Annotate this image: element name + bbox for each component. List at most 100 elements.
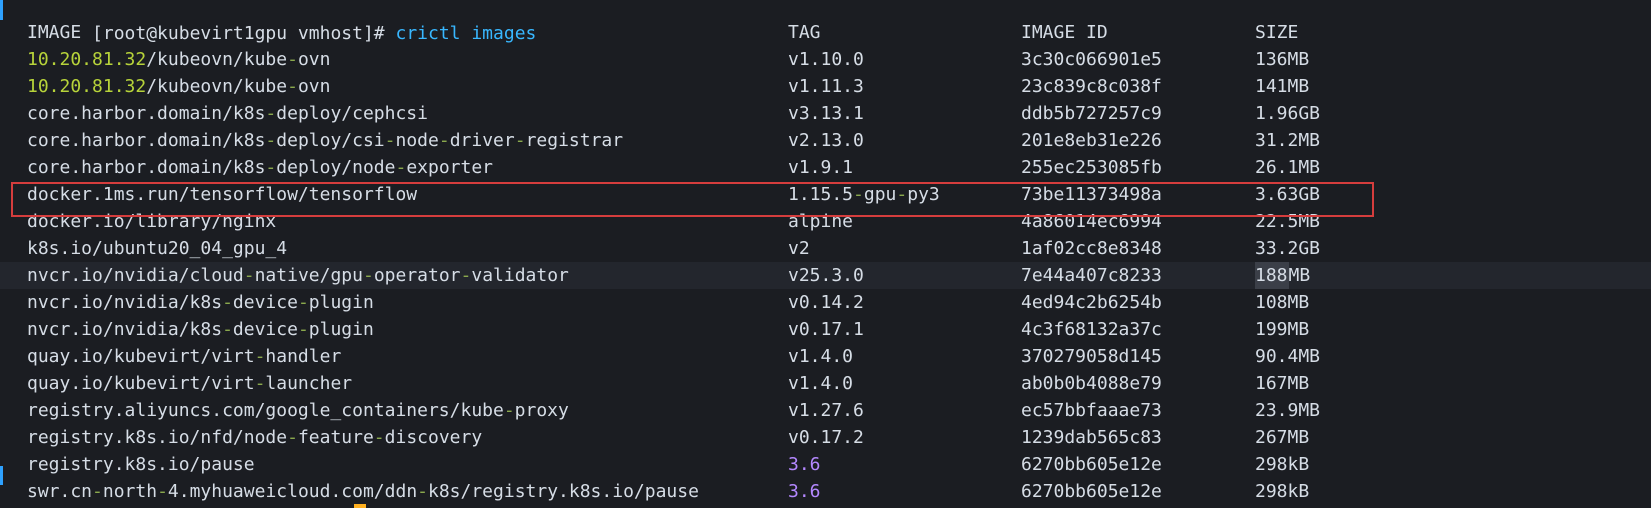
table-row[interactable]: 10.20.81.32/kubeovn/kube-ovn v1.11.3 23c83… xyxy=(0,73,1651,100)
image-name-hyphen: - xyxy=(92,481,103,502)
image-name-hyphen: - xyxy=(417,481,428,502)
image-size: 167MB xyxy=(1255,373,1310,394)
image-name-part: discovery xyxy=(384,427,483,448)
image-name-part: v0.17.1 xyxy=(788,319,864,340)
image-name-hyphen: - xyxy=(265,130,277,151)
table-row[interactable]: registry.aliyuncs.com/google_containers/… xyxy=(0,397,1651,424)
header-size: SIZE xyxy=(1255,22,1299,43)
image-tag: v0.17.1 xyxy=(788,316,864,343)
image-id: 4ed94c2b6254b xyxy=(1021,292,1162,313)
image-name-part: nvcr.io/nvidia/k8s xyxy=(27,292,223,313)
highlight-box xyxy=(11,182,1374,217)
image-size: 267MB xyxy=(1255,427,1310,448)
image-tag: v2.13.0 xyxy=(788,127,864,154)
image-name-part: k8s.io/ubuntu20_04_gpu_4 xyxy=(27,238,288,259)
image-name-part: v2.13.0 xyxy=(788,130,864,151)
image-registry-ip: 10.20.81.32 xyxy=(27,49,147,70)
image-name-part: handler xyxy=(265,346,342,367)
image-name-hyphen: - xyxy=(222,319,233,340)
image-name-part: device xyxy=(232,292,298,313)
terminal-window[interactable]: [root@kubevirt1gpu vmhost]# crictl image… xyxy=(0,0,1651,508)
image-name-hyphen: - xyxy=(254,346,266,367)
table-row[interactable]: k8s.io/ubuntu20_04_gpu_4 v2 1af02cc8e8348 3… xyxy=(0,235,1651,262)
image-name-hyphen: - xyxy=(287,76,298,97)
image-size: 136MB xyxy=(1255,49,1310,70)
image-name-part: v2 xyxy=(788,238,810,259)
prompt-line: [root@kubevirt1gpu vmhost]# crictl image… xyxy=(0,0,1651,44)
image-name: core.harbor.domain/k8s-deploy/cephcsi xyxy=(27,100,428,127)
image-id: 23c839c8c038f xyxy=(1021,76,1162,97)
image-id: 3c30c066901e5 xyxy=(1021,49,1162,70)
image-name-part: native/gpu xyxy=(254,265,363,286)
image-name-part: registrar xyxy=(525,130,624,151)
table-row[interactable]: quay.io/kubevirt/virt-handler v1.4.0 37027… xyxy=(0,343,1651,370)
image-name: quay.io/kubevirt/virt-handler xyxy=(27,343,341,370)
image-name-hyphen: - xyxy=(265,157,277,178)
image-tag: v1.11.3 xyxy=(788,73,864,100)
image-name-hyphen: - xyxy=(254,373,266,394)
image-tag: v1.10.0 xyxy=(788,46,864,73)
image-name: quay.io/kubevirt/virt-launcher xyxy=(27,370,352,397)
image-name-part: v0.17.2 xyxy=(788,427,864,448)
image-name: registry.aliyuncs.com/google_containers/… xyxy=(27,397,569,424)
image-name-part: validator xyxy=(471,265,569,286)
image-name-part: core.harbor.domain/k8s xyxy=(27,103,266,124)
table-row[interactable]: 10.20.81.32/kubeovn/kube-ovn v1.10.0 3c30c… xyxy=(0,46,1651,73)
image-name-part: deploy/node xyxy=(276,157,396,178)
table-header: IMAGE TAG IMAGE ID SIZE xyxy=(0,19,1651,46)
table-row[interactable]: nvcr.io/nvidia/k8s-device-plugin v0.14.2 4… xyxy=(0,289,1651,316)
image-id: 1239dab565c83 xyxy=(1021,427,1162,448)
image-size: 90.4MB xyxy=(1255,346,1321,367)
table-row[interactable]: nvcr.io/nvidia/k8s-device-plugin v0.17.1 4… xyxy=(0,316,1651,343)
image-name-part: v1.10.0 xyxy=(788,49,864,70)
image-name: registry.k8s.io/pause xyxy=(27,451,255,478)
image-name: 10.20.81.32/kubeovn/kube-ovn xyxy=(27,73,330,100)
table-row[interactable]: swr.cn-north-4.myhuaweicloud.com/ddn-k8s… xyxy=(0,478,1651,505)
image-registry-ip: 10.20.81.32 xyxy=(27,76,147,97)
image-name-part: ovn xyxy=(297,76,331,97)
image-name: nvcr.io/nvidia/k8s-device-plugin xyxy=(27,289,374,316)
image-name-hyphen: - xyxy=(243,265,255,286)
image-size: 23.9MB xyxy=(1255,400,1321,421)
image-name-part: launcher xyxy=(265,373,353,394)
image-name-part: v25.3.0 xyxy=(788,265,864,286)
table-row[interactable]: quay.io/kubevirt/virt-launcher v1.4.0 ab0b… xyxy=(0,370,1651,397)
image-name-part: v1.9.1 xyxy=(788,157,854,178)
terminal-cursor-icon xyxy=(354,504,366,508)
image-name-part: deploy/csi xyxy=(276,130,385,151)
image-tag: v3.13.1 xyxy=(788,100,864,127)
image-name-part: /kubeovn/kube xyxy=(146,76,288,97)
image-id: 7e44a407c8233 xyxy=(1021,265,1162,286)
image-id: 370279058d145 xyxy=(1021,346,1162,367)
image-size: 26.1MB xyxy=(1255,157,1321,178)
image-id: 201e8eb31e226 xyxy=(1021,130,1162,151)
image-name-hyphen: - xyxy=(287,49,298,70)
table-row[interactable]: core.harbor.domain/k8s-deploy/cephcsi v3.… xyxy=(0,100,1651,127)
table-row[interactable]: registry.k8s.io/pause 3.6 6270bb605e12e 298… xyxy=(0,451,1651,478)
image-name-hyphen: - xyxy=(373,427,385,448)
image-size: 33.2GB xyxy=(1255,238,1321,259)
image-name-hyphen: - xyxy=(222,292,233,313)
table-row[interactable]: nvcr.io/nvidia/cloud-native/gpu-operator… xyxy=(0,262,1651,289)
image-name-part: feature xyxy=(297,427,374,448)
image-tag: v1.4.0 xyxy=(788,343,853,370)
image-name-hyphen: - xyxy=(287,427,298,448)
image-name-part: k8s/registry.k8s.io/pause xyxy=(428,481,699,502)
image-name-hyphen: - xyxy=(460,265,472,286)
image-name: nvcr.io/nvidia/cloud-native/gpu-operator… xyxy=(27,262,569,289)
image-name-part: quay.io/kubevirt/virt xyxy=(27,373,255,394)
image-id: 1af02cc8e8348 xyxy=(1021,238,1162,259)
image-name: 10.20.81.32/kubeovn/kube-ovn xyxy=(27,46,330,73)
image-name-part: /kubeovn/kube xyxy=(146,49,288,70)
image-name-hyphen: - xyxy=(384,130,396,151)
image-name: k8s.io/ubuntu20_04_gpu_4 xyxy=(27,235,287,262)
image-name-part: nvcr.io/nvidia/cloud xyxy=(27,265,244,286)
table-row[interactable]: core.harbor.domain/k8s-deploy/node-expor… xyxy=(0,154,1651,181)
table-row[interactable]: core.harbor.domain/k8s-deploy/csi-node-d… xyxy=(0,127,1651,154)
image-name: core.harbor.domain/k8s-deploy/csi-node-d… xyxy=(27,127,623,154)
image-size: 188MB xyxy=(1255,262,1310,289)
size-unit: MB xyxy=(1288,265,1311,286)
table-row[interactable]: registry.k8s.io/nfd/node-feature-discove… xyxy=(0,424,1651,451)
image-name-part: deploy/cephcsi xyxy=(276,103,428,124)
image-name-part: quay.io/kubevirt/virt xyxy=(27,346,255,367)
